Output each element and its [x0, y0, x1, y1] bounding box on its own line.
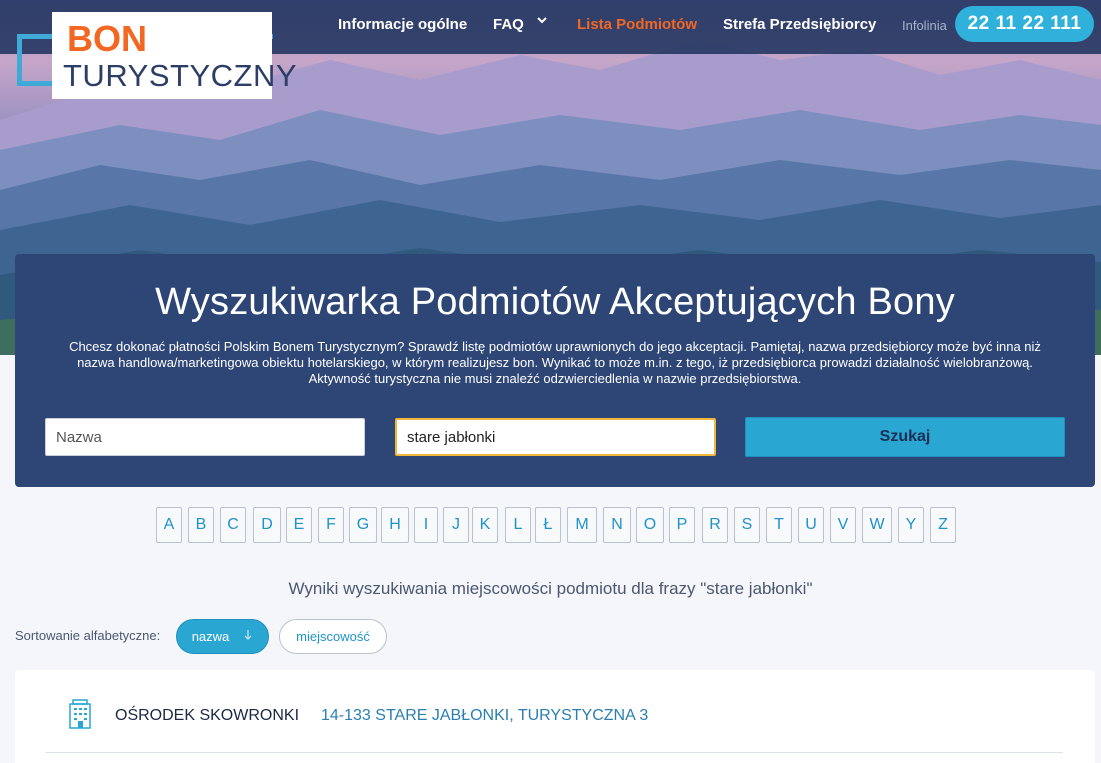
result-address: 14-133 STARE JABŁONKI, TURYSTYCZNA 3 — [321, 707, 649, 724]
letter-filter-l[interactable]: L — [505, 507, 531, 543]
letter-filter-k[interactable]: K — [472, 507, 498, 543]
letter-filter-d[interactable]: D — [253, 507, 281, 543]
sort-by-name-button[interactable]: nazwa — [176, 619, 269, 654]
letter-filter-h[interactable]: H — [381, 507, 409, 543]
nav-item-lista-podmiotow[interactable]: Lista Podmiotów — [577, 16, 697, 33]
letter-filter-j[interactable]: J — [443, 507, 469, 543]
logo-text-turystyczny: TURYSTYCZNY — [63, 58, 298, 93]
letter-filter-r[interactable]: R — [702, 507, 728, 543]
name-input[interactable] — [56, 428, 354, 446]
letter-filter-s[interactable]: S — [734, 507, 760, 543]
letter-filter-y[interactable]: Y — [898, 507, 924, 543]
letter-filter-m[interactable]: M — [567, 507, 597, 543]
result-list: OŚRODEK SKOWRONKI 14-133 STARE JABŁONKI,… — [15, 670, 1095, 763]
search-description: Chcesz dokonać płatności Polskim Bonem T… — [69, 339, 1041, 386]
search-button[interactable]: Szukaj — [745, 417, 1065, 457]
nav-item-faq[interactable]: FAQ — [493, 16, 524, 33]
chevron-down-icon[interactable] — [536, 14, 548, 29]
letter-filter-a[interactable]: A — [156, 507, 182, 543]
sort-name-label: nazwa — [191, 629, 230, 644]
letter-filter-i[interactable]: I — [414, 507, 438, 543]
letter-filter-g[interactable]: G — [349, 507, 377, 543]
divider — [45, 752, 1063, 753]
letter-filter-p[interactable]: P — [669, 507, 695, 543]
site-logo[interactable]: BON TURYSTYCZNY — [17, 12, 297, 100]
hotline-phone-button[interactable]: 22 11 22 111 — [955, 6, 1094, 42]
nav-item-strefa-przedsiebiorcy[interactable]: Strefa Przedsiębiorcy — [723, 16, 876, 33]
letter-filter-n[interactable]: N — [603, 507, 631, 543]
letter-filter-b[interactable]: B — [188, 507, 214, 543]
letter-filter-v[interactable]: V — [830, 507, 856, 543]
letter-filter-ł[interactable]: Ł — [535, 507, 561, 543]
results-caption: Wyniki wyszukiwania miejscowości podmiot… — [288, 579, 813, 598]
letter-filter-c[interactable]: C — [220, 507, 246, 543]
infolinia-label: Infolinia — [902, 18, 947, 33]
building-icon — [68, 699, 92, 729]
search-panel: Wyszukiwarka Podmiotów Akceptujących Bon… — [15, 254, 1095, 487]
sort-label: Sortowanie alfabetyczne: — [15, 628, 161, 643]
result-name[interactable]: OŚRODEK SKOWRONKI — [115, 707, 299, 725]
letter-filter-o[interactable]: O — [636, 507, 664, 543]
arrow-down-icon — [243, 629, 253, 644]
letter-filter-e[interactable]: E — [286, 507, 312, 543]
search-title: Wyszukiwarka Podmiotów Akceptujących Bon… — [155, 281, 955, 323]
letter-filter-z[interactable]: Z — [930, 507, 956, 543]
letter-filter-f[interactable]: F — [318, 507, 344, 543]
city-input[interactable] — [407, 428, 704, 446]
letter-filter-t[interactable]: T — [766, 507, 792, 543]
city-field[interactable] — [395, 418, 716, 456]
alphabet-filter: ABCDEFGHIJKLŁMNOPRSTUVWYZ — [0, 507, 1101, 543]
letter-filter-w[interactable]: W — [862, 507, 892, 543]
sort-by-city-button[interactable]: miejscowość — [279, 619, 387, 654]
logo-text-bon: BON — [67, 18, 147, 59]
name-field[interactable] — [45, 418, 365, 456]
letter-filter-u[interactable]: U — [798, 507, 824, 543]
nav-item-informacje-ogolne[interactable]: Informacje ogólne — [338, 16, 467, 33]
